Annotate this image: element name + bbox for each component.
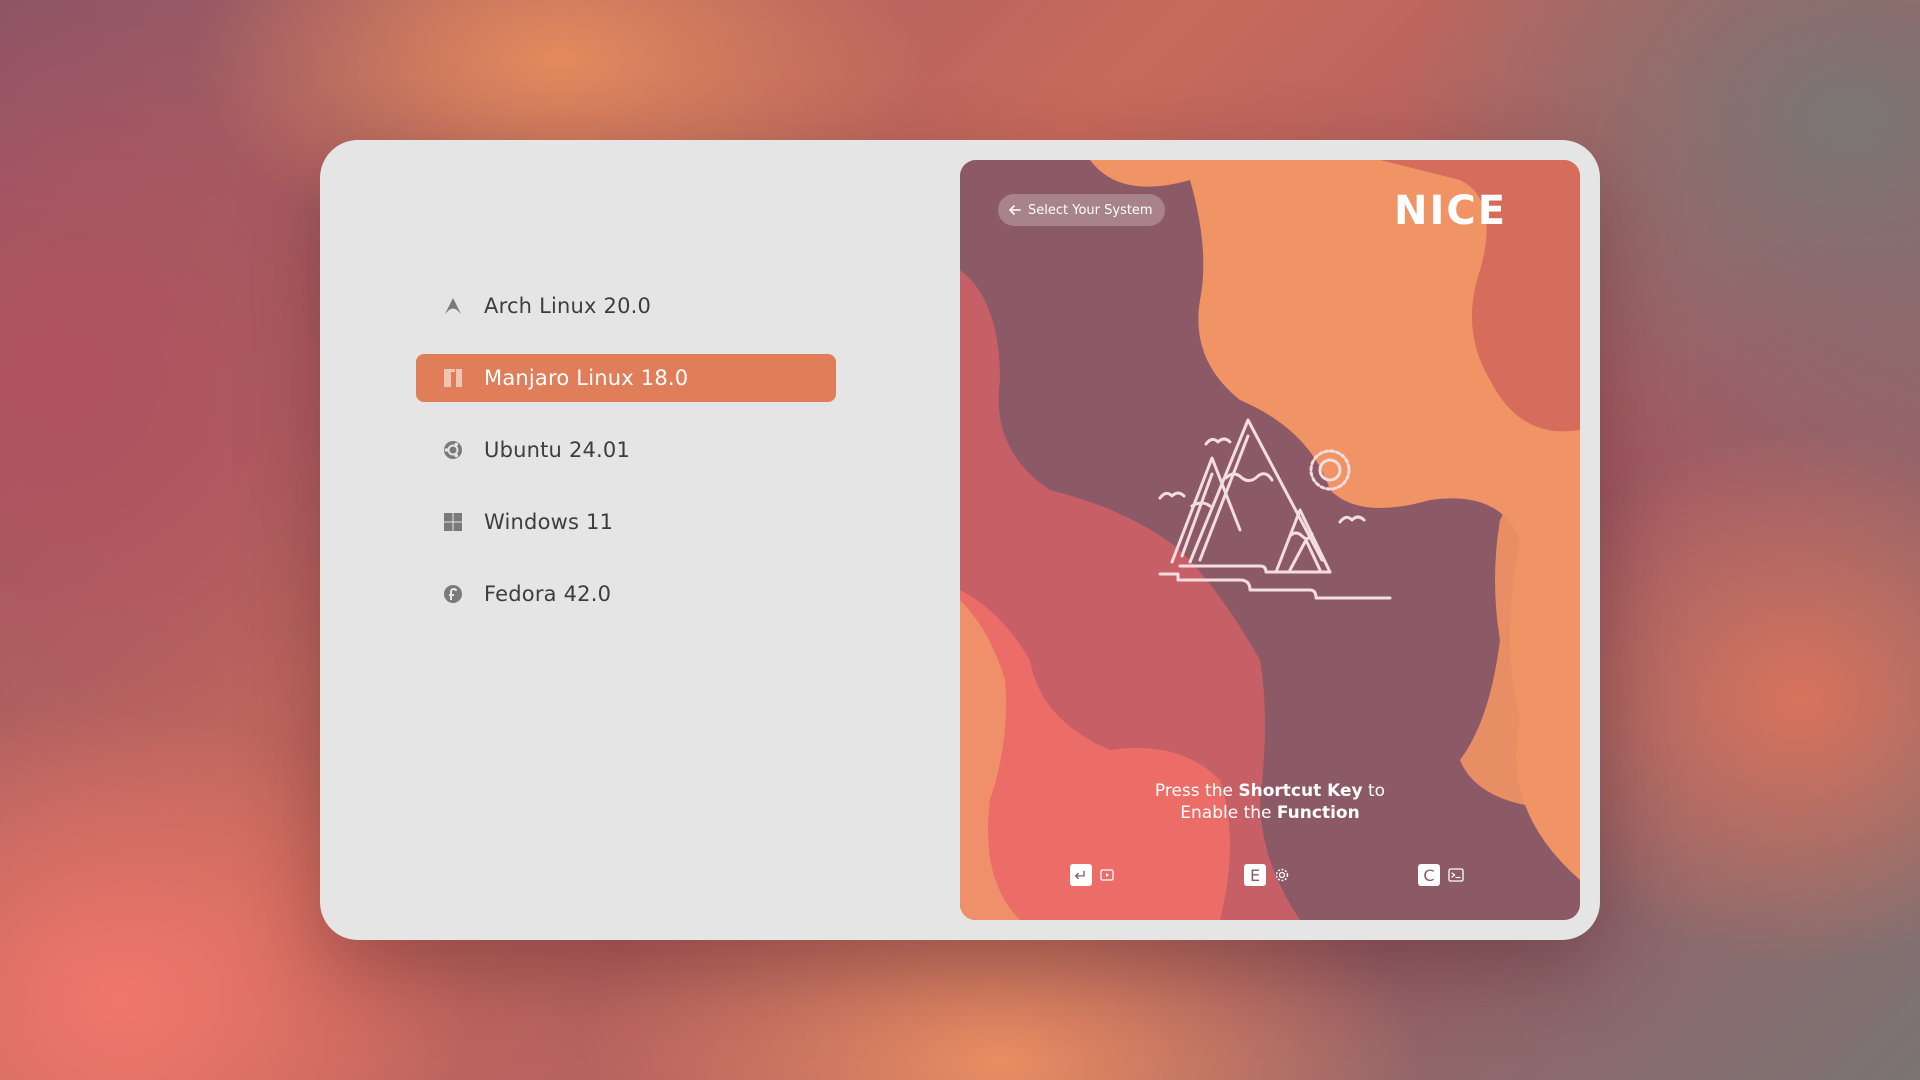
brand-logo: NICE bbox=[1394, 190, 1544, 230]
shortcut-hint: Press the Shortcut Key to Enable the Fun… bbox=[960, 780, 1580, 824]
os-item-fedora[interactable]: Fedora 42.0 bbox=[416, 570, 836, 618]
os-item-label: Windows 11 bbox=[484, 510, 614, 534]
hint-text: Press the bbox=[1154, 781, 1239, 801]
mountain-illustration bbox=[1158, 418, 1392, 600]
boot-icon bbox=[1100, 869, 1114, 881]
settings-icon bbox=[1275, 868, 1289, 882]
arrow-left-icon bbox=[1009, 205, 1021, 215]
os-item-windows[interactable]: Windows 11 bbox=[416, 498, 836, 546]
os-item-manjaro-linux[interactable]: Manjaro Linux 18.0 bbox=[416, 354, 836, 402]
logo-text: NICE bbox=[1394, 190, 1507, 230]
shortcut-enter-boot[interactable]: ↵ bbox=[1070, 864, 1114, 886]
back-button-label: Select Your System bbox=[1028, 202, 1153, 218]
system-list: Arch Linux 20.0 Manjaro Linux 18.0 Ubunt… bbox=[416, 282, 836, 642]
hint-emphasis: Function bbox=[1276, 803, 1360, 823]
back-button[interactable]: Select Your System bbox=[998, 194, 1165, 226]
arch-linux-icon bbox=[440, 293, 466, 319]
hint-emphasis: Shortcut Key bbox=[1238, 781, 1363, 801]
hint-line-1: Press the Shortcut Key to bbox=[960, 780, 1580, 802]
c-key-icon: C bbox=[1418, 864, 1440, 886]
hint-text: Enable the bbox=[1180, 803, 1277, 823]
manjaro-icon bbox=[440, 365, 466, 391]
enter-key-icon: ↵ bbox=[1070, 864, 1092, 886]
os-item-arch-linux[interactable]: Arch Linux 20.0 bbox=[416, 282, 836, 330]
terminal-icon bbox=[1448, 868, 1464, 882]
windows-icon bbox=[440, 509, 466, 535]
fedora-icon bbox=[440, 581, 466, 607]
hint-text: to bbox=[1362, 781, 1386, 801]
os-item-label: Arch Linux 20.0 bbox=[484, 294, 652, 318]
hint-line-2: Enable the Function bbox=[960, 802, 1580, 824]
shortcut-edit-settings[interactable]: E bbox=[1244, 864, 1290, 886]
ubuntu-icon bbox=[440, 437, 466, 463]
os-item-label: Ubuntu 24.01 bbox=[484, 438, 631, 462]
os-item-label: Fedora 42.0 bbox=[484, 582, 612, 606]
os-item-label: Manjaro Linux 18.0 bbox=[484, 366, 689, 390]
e-key-icon: E bbox=[1244, 864, 1266, 886]
os-item-ubuntu[interactable]: Ubuntu 24.01 bbox=[416, 426, 836, 474]
shortcut-console[interactable]: C bbox=[1418, 864, 1464, 886]
artwork-panel: Select Your System NICE Press the Shortc… bbox=[960, 160, 1580, 920]
boot-menu-window: Arch Linux 20.0 Manjaro Linux 18.0 Ubunt… bbox=[320, 140, 1600, 940]
